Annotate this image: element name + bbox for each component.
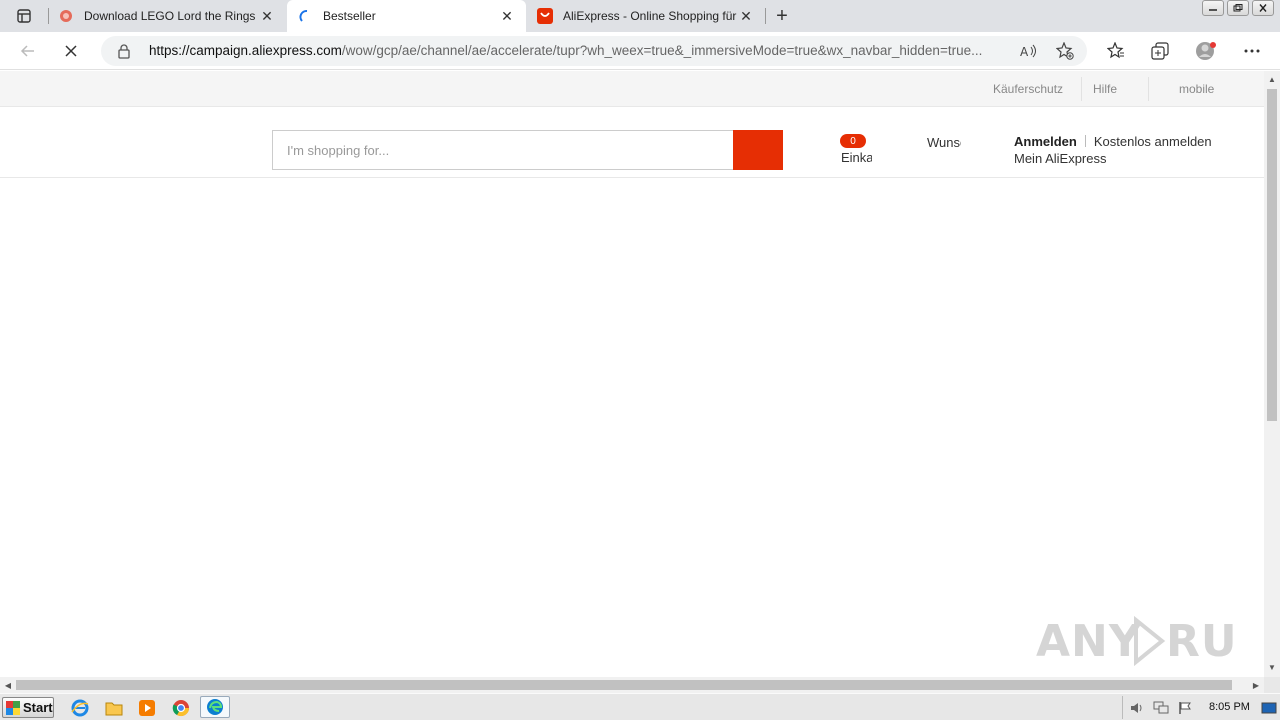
url-text[interactable]: https://campaign.aliexpress.com/wow/gcp/… bbox=[149, 43, 1005, 58]
close-window-button[interactable] bbox=[1252, 0, 1274, 16]
back-button[interactable] bbox=[16, 39, 40, 63]
tab-actions-button[interactable] bbox=[0, 0, 48, 32]
scroll-up-arrow[interactable]: ▲ bbox=[1264, 71, 1280, 87]
divider bbox=[1084, 135, 1086, 147]
system-tray: 8:05 PM bbox=[1122, 696, 1278, 719]
vertical-scrollbar[interactable]: ▲ ▼ bbox=[1264, 71, 1280, 677]
anyrun-watermark: ANY RUN bbox=[1036, 606, 1236, 676]
folder-icon[interactable] bbox=[104, 698, 124, 718]
minimize-icon bbox=[1209, 9, 1217, 11]
url-host: https://campaign.aliexpress.com bbox=[149, 43, 342, 58]
horizontal-scrollbar[interactable]: ◀ ▶ bbox=[0, 677, 1264, 693]
page-content: Käuferschutz Hilfe mobile 0 Einkaufswage… bbox=[0, 71, 1264, 677]
scroll-down-arrow[interactable]: ▼ bbox=[1264, 659, 1280, 675]
tab-title: AliExpress - Online Shopping für bbox=[563, 9, 737, 23]
wishlist-link[interactable]: Wunschliste bbox=[927, 135, 961, 150]
tab-title: Download LEGO Lord the Rings r bbox=[84, 9, 258, 23]
buyer-protection-link[interactable]: Käuferschutz bbox=[993, 82, 1063, 96]
search-box bbox=[272, 130, 734, 170]
restore-icon bbox=[1233, 4, 1243, 12]
tab-lego[interactable]: Download LEGO Lord the Rings r ✕ bbox=[48, 0, 286, 32]
windows-logo-icon bbox=[6, 700, 20, 715]
settings-menu-button[interactable] bbox=[1240, 39, 1264, 63]
svg-text:RUN: RUN bbox=[1166, 616, 1236, 667]
aliexpress-icon bbox=[537, 8, 553, 24]
horizontal-scroll-thumb[interactable] bbox=[16, 680, 1232, 690]
close-tab-icon[interactable]: ✕ bbox=[498, 7, 516, 25]
scroll-right-arrow[interactable]: ▶ bbox=[1248, 677, 1264, 693]
divider bbox=[1081, 77, 1082, 101]
tab-title: Bestseller bbox=[323, 9, 376, 23]
cart-label: Einkaufswagen bbox=[841, 150, 872, 165]
chrome-icon[interactable] bbox=[171, 698, 191, 718]
minimize-button[interactable] bbox=[1202, 0, 1224, 16]
help-link[interactable]: Hilfe bbox=[1093, 82, 1117, 96]
tab-separator bbox=[765, 8, 766, 24]
signin-link[interactable]: Anmelden bbox=[1014, 134, 1077, 149]
address-bar: https://campaign.aliexpress.com/wow/gcp/… bbox=[0, 32, 1280, 70]
lego-red-icon bbox=[58, 8, 74, 24]
media-player-icon[interactable] bbox=[137, 698, 157, 718]
mobile-link[interactable]: mobile bbox=[1179, 82, 1214, 96]
scrollbar-corner bbox=[1264, 677, 1280, 693]
divider bbox=[1148, 77, 1149, 101]
search-input[interactable] bbox=[273, 131, 734, 169]
loading-icon bbox=[297, 8, 313, 24]
taskbar: Start 8:05 PM bbox=[0, 693, 1280, 720]
edge-taskbar-button[interactable] bbox=[200, 696, 230, 718]
profile-button[interactable] bbox=[1194, 39, 1218, 63]
vertical-scroll-thumb[interactable] bbox=[1267, 89, 1277, 421]
my-aliexpress-link[interactable]: Mein AliExpress bbox=[1014, 151, 1254, 166]
cart-link[interactable]: 0 Einkaufswagen bbox=[840, 134, 872, 170]
restore-button[interactable] bbox=[1227, 0, 1249, 16]
scroll-left-arrow[interactable]: ◀ bbox=[0, 677, 16, 693]
site-header: 0 Einkaufswagen Wunschliste Anmelden Kost… bbox=[0, 107, 1264, 178]
window-controls bbox=[1199, 0, 1274, 18]
top-strip: Käuferschutz Hilfe mobile bbox=[0, 71, 1264, 107]
show-desktop-icon[interactable] bbox=[1261, 700, 1277, 716]
collections-button[interactable] bbox=[1148, 39, 1172, 63]
close-tab-icon[interactable]: ✕ bbox=[258, 7, 276, 25]
tab-bestseller[interactable]: Bestseller ✕ bbox=[287, 0, 526, 32]
more-icon bbox=[1244, 49, 1260, 53]
ie-icon[interactable] bbox=[70, 698, 90, 718]
anyrun-logo: ANY RUN bbox=[1036, 615, 1236, 667]
taskbar-clock[interactable]: 8:05 PM bbox=[1209, 701, 1250, 713]
svg-text:A: A bbox=[1020, 45, 1029, 58]
cart-count-badge: 0 bbox=[840, 134, 866, 148]
back-arrow-icon bbox=[20, 45, 34, 57]
stop-loading-button[interactable] bbox=[59, 39, 83, 63]
close-icon bbox=[1259, 4, 1267, 12]
join-free-link[interactable]: Kostenlos anmelden bbox=[1094, 134, 1212, 149]
start-button[interactable]: Start bbox=[2, 697, 54, 718]
search-button[interactable] bbox=[733, 130, 783, 170]
new-tab-button[interactable]: + bbox=[770, 4, 794, 28]
stop-icon bbox=[65, 45, 77, 57]
url-bar[interactable]: https://campaign.aliexpress.com/wow/gcp/… bbox=[101, 36, 1087, 66]
start-label: Start bbox=[23, 700, 53, 715]
tab-actions-icon bbox=[17, 9, 31, 23]
volume-icon[interactable] bbox=[1129, 700, 1145, 716]
url-path: /wow/gcp/ae/channel/ae/accelerate/tupr?w… bbox=[341, 43, 983, 58]
network-icon[interactable] bbox=[1153, 700, 1169, 716]
account-area: Anmelden Kostenlos anmelden Mein AliExpre… bbox=[1014, 134, 1254, 166]
tab-bar: Download LEGO Lord the Rings r ✕ Bestsel… bbox=[0, 0, 1280, 32]
read-aloud-icon[interactable]: A bbox=[1019, 42, 1039, 60]
close-tab-icon[interactable]: ✕ bbox=[737, 7, 755, 25]
svg-text:ANY: ANY bbox=[1036, 616, 1142, 667]
lock-icon bbox=[117, 43, 133, 59]
avatar-icon bbox=[1196, 42, 1216, 60]
add-favorite-icon[interactable] bbox=[1055, 42, 1075, 60]
favorites-icon bbox=[1107, 42, 1124, 59]
action-center-flag-icon[interactable] bbox=[1177, 700, 1193, 716]
collections-icon bbox=[1151, 42, 1169, 60]
edge-icon bbox=[207, 699, 223, 715]
tab-aliexpress[interactable]: AliExpress - Online Shopping für ✕ bbox=[527, 0, 765, 32]
favorites-button[interactable] bbox=[1104, 39, 1128, 63]
